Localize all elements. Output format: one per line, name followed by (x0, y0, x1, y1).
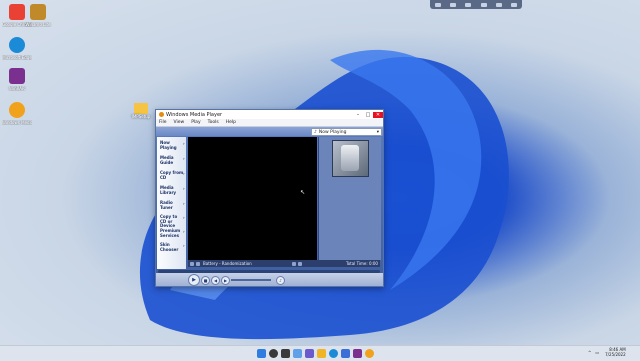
desktop-icon-wmp[interactable]: Windows Media Player (2, 102, 32, 125)
task-copy-from-cd[interactable]: Copy from CD › (160, 170, 186, 180)
task-pane: Now Playing › Media Guide › Copy from CD › … (157, 137, 186, 269)
status-bar: Battery - Randomization Total Time: 0:00 (188, 260, 380, 267)
minimize-button[interactable]: – (353, 112, 363, 118)
menu-view[interactable]: View (174, 120, 185, 125)
network-icon[interactable]: ▭ (595, 350, 599, 355)
wmp-window: Windows Media Player – □ ✕ File View Pla… (155, 109, 384, 287)
task-premium-services[interactable]: Premium Services › (160, 228, 185, 238)
menu-play[interactable]: Play (191, 120, 200, 125)
file-explorer-icon[interactable] (317, 349, 326, 358)
video-area[interactable] (188, 137, 317, 260)
winrar-taskbar-icon[interactable] (353, 349, 362, 358)
menu-file[interactable]: File (159, 120, 167, 125)
winamp-icon (30, 4, 46, 20)
desktop-icon-winamp[interactable]: Winamp Lite (23, 4, 53, 27)
task-now-playing[interactable]: Now Playing › (160, 140, 186, 150)
window-title: Windows Media Player (166, 111, 223, 118)
task-radio-tuner[interactable]: Radio Tuner › (160, 200, 186, 210)
volume-slider[interactable] (231, 279, 271, 281)
visualization-icon[interactable] (196, 261, 200, 266)
menu-help[interactable]: Help (226, 120, 236, 125)
widgets-icon[interactable] (293, 349, 302, 358)
chevron-up-icon[interactable]: ^ (588, 350, 591, 355)
edge-taskbar-icon[interactable] (329, 349, 338, 358)
play-button[interactable]: ▶ (188, 274, 200, 286)
eq-icon[interactable] (291, 261, 296, 266)
next-button[interactable]: ▶ (221, 276, 230, 285)
wmp-titlebar[interactable]: Windows Media Player – □ ✕ (156, 110, 383, 119)
task-skin-chooser[interactable]: Skin Chooser › (160, 242, 185, 252)
playlist-icon[interactable] (297, 261, 302, 266)
task-view-icon[interactable] (281, 349, 290, 358)
previous-button[interactable]: ◀ (211, 276, 220, 285)
search-icon[interactable] (269, 349, 278, 358)
shuffle-icon[interactable] (190, 261, 194, 266)
chevron-down-icon: ▾ (376, 129, 379, 135)
mouse-cursor-icon: ↖ (300, 189, 306, 196)
edge-icon (9, 37, 25, 53)
menu-bar: File View Play Tools Help (156, 119, 383, 127)
total-time: Total Time: 0:00 (345, 261, 378, 266)
desktop-icon-winrar[interactable]: WinRAR (2, 68, 32, 91)
winrar-icon (9, 68, 25, 84)
folder-icon (134, 103, 148, 114)
task-media-guide[interactable]: Media Guide › (160, 155, 186, 165)
transport-controls: ▶ ■ ◀ ▶ ♪ (156, 273, 383, 286)
desktop-folder[interactable]: IMPSetup (130, 103, 152, 119)
clock[interactable]: 8:46 AM 7/25/2022 (605, 347, 626, 357)
note-icon: ♪ (314, 129, 317, 135)
now-playing-dropdown[interactable]: ♪ Now Playing ▾ (311, 128, 382, 136)
status-title: Battery - Randomization (203, 261, 252, 266)
close-button[interactable]: ✕ (373, 111, 383, 118)
wmp-logo-icon (159, 112, 164, 117)
menu-tools[interactable]: Tools (208, 120, 219, 125)
taskbar: ^ ▭ 8:46 AM 7/25/2022 (0, 345, 640, 361)
desktop-icon-edge[interactable]: Microsoft Edge (2, 37, 32, 60)
media-player-icon (9, 102, 25, 118)
task-media-library[interactable]: Media Library › (160, 185, 186, 195)
media-player-taskbar-icon[interactable] (365, 349, 374, 358)
stop-button[interactable]: ■ (201, 276, 210, 285)
remote-session-bar[interactable] (430, 0, 522, 9)
task-copy-to-cd[interactable]: Copy to CD or Device › (160, 214, 185, 229)
store-icon[interactable] (341, 349, 350, 358)
system-tray: ^ ▭ 8:46 AM 7/25/2022 (588, 347, 626, 357)
wmp-body: ♪ Now Playing ▾ Now Playing › Media Guide… (156, 127, 383, 286)
start-icon[interactable] (257, 349, 266, 358)
maximize-button[interactable]: □ (363, 112, 373, 118)
chat-icon[interactable] (305, 349, 314, 358)
mute-button[interactable]: ♪ (276, 276, 285, 285)
album-art (332, 140, 369, 177)
playlist-pane (318, 137, 381, 260)
